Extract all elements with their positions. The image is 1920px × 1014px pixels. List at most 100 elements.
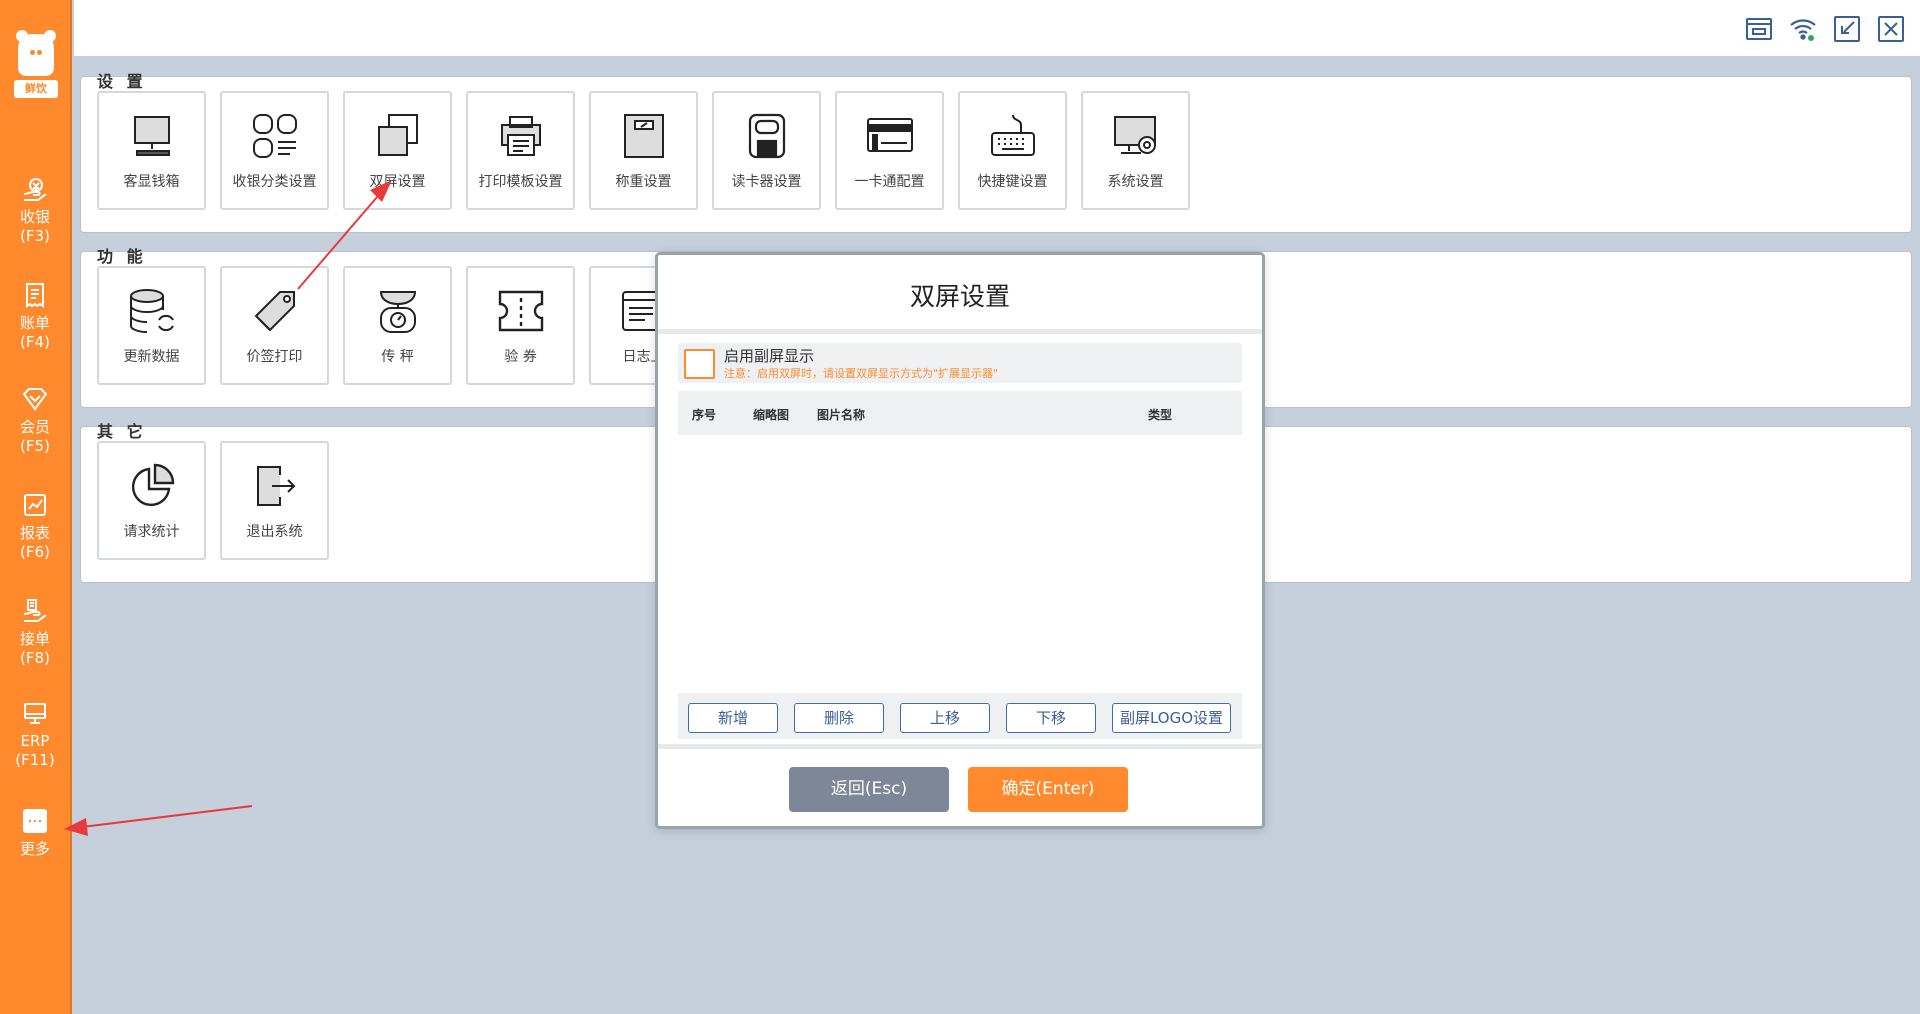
tile-exit-system[interactable]: 退出系统 bbox=[220, 441, 329, 560]
app-logo: 鲜饮 bbox=[14, 30, 58, 100]
sidebar-item-shortcut: (F6) bbox=[20, 543, 50, 561]
dialog-footer-divider bbox=[658, 744, 1262, 749]
tile-price-tag-print[interactable]: 价签打印 bbox=[220, 266, 329, 385]
tile-label: 打印模板设置 bbox=[478, 174, 563, 190]
tile-label: 验 券 bbox=[504, 349, 537, 365]
sidebar-item-shortcut: (F3) bbox=[20, 227, 50, 245]
tile-label: 系统设置 bbox=[1107, 174, 1164, 190]
monitor-icon bbox=[127, 111, 177, 161]
dialog-divider bbox=[658, 329, 1262, 334]
report-icon bbox=[22, 492, 48, 518]
sidebar-item-label: ERP bbox=[20, 732, 50, 750]
image-table-body[interactable] bbox=[678, 435, 1242, 693]
column-header-image-name: 图片名称 bbox=[817, 408, 866, 422]
tile-label: 更新数据 bbox=[123, 349, 180, 365]
pie-chart-icon bbox=[127, 461, 177, 511]
delete-button[interactable]: 删除 bbox=[794, 703, 884, 733]
sidebar-item-label: 报表 bbox=[19, 524, 50, 542]
scale-icon bbox=[619, 111, 669, 161]
brand-badge: 鲜饮 bbox=[14, 80, 58, 98]
tile-label: 客显钱箱 bbox=[123, 174, 180, 190]
shrink-window-icon[interactable] bbox=[1832, 14, 1862, 44]
erp-icon bbox=[22, 700, 48, 726]
sidebar: 鲜饮 收银 (F3) 账单 (F4) 会员 (F5) 报表 (F6) 接单 (F bbox=[0, 0, 72, 1014]
sidebar-item-label: 账单 bbox=[19, 314, 50, 332]
column-header-index: 序号 bbox=[692, 408, 717, 422]
database-refresh-icon bbox=[127, 286, 177, 336]
enable-secondary-display-checkbox[interactable] bbox=[684, 349, 715, 379]
weigh-icon bbox=[373, 286, 423, 336]
sidebar-item-shortcut: (F4) bbox=[20, 333, 50, 351]
tile-cashier-category[interactable]: 收银分类设置 bbox=[220, 91, 329, 210]
move-up-button[interactable]: 上移 bbox=[900, 703, 990, 733]
tile-transfer-scale[interactable]: 传 秤 bbox=[343, 266, 452, 385]
move-down-button[interactable]: 下移 bbox=[1006, 703, 1096, 733]
sidebar-item-bill[interactable]: 账单 (F4) bbox=[0, 282, 70, 352]
card-icon bbox=[865, 111, 915, 161]
tile-label: 退出系统 bbox=[246, 524, 303, 540]
tile-label: 请求统计 bbox=[123, 524, 180, 540]
sidebar-item-more[interactable]: 更多 bbox=[0, 808, 70, 859]
close-icon[interactable] bbox=[1876, 14, 1906, 44]
add-button[interactable]: 新增 bbox=[688, 703, 778, 733]
order-icon bbox=[22, 598, 48, 624]
secondary-logo-settings-button[interactable]: 副屏LOGO设置 bbox=[1112, 703, 1231, 733]
confirm-button[interactable]: 确定(Enter) bbox=[968, 767, 1128, 812]
sidebar-item-shortcut: (F5) bbox=[20, 437, 50, 455]
sidebar-item-cashier[interactable]: 收银 (F3) bbox=[0, 176, 70, 246]
tile-label: 价签打印 bbox=[246, 349, 303, 365]
sidebar-item-member[interactable]: 会员 (F5) bbox=[0, 386, 70, 456]
settings-section: 客显钱箱 收银分类设置 双屏设置 打印模板设置 称重设置 读卡器设置 一卡通配置 bbox=[80, 76, 1912, 233]
column-header-thumbnail: 缩略图 bbox=[753, 408, 790, 422]
cashier-icon bbox=[22, 176, 48, 202]
sidebar-item-shortcut: (F8) bbox=[20, 649, 50, 667]
tile-weighing[interactable]: 称重设置 bbox=[589, 91, 698, 210]
dialog-title: 双屏设置 bbox=[909, 282, 1010, 311]
tile-shortcut-keys[interactable]: 快捷键设置 bbox=[958, 91, 1067, 210]
keyboard-icon bbox=[988, 111, 1038, 161]
bill-icon bbox=[22, 282, 48, 308]
annotation-arrow-more bbox=[64, 805, 253, 836]
tile-label: 一卡通配置 bbox=[854, 174, 925, 190]
sidebar-item-label: 会员 bbox=[19, 418, 50, 436]
price-tag-icon bbox=[250, 286, 300, 336]
tile-label: 称重设置 bbox=[615, 174, 672, 190]
tile-label: 收银分类设置 bbox=[232, 174, 317, 190]
tile-request-stats[interactable]: 请求统计 bbox=[97, 441, 206, 560]
system-settings-icon bbox=[1111, 111, 1161, 161]
section-title-functions: 功 能 bbox=[97, 247, 147, 266]
enable-note-text: 注意：启用双屏时，请设置双屏显示方式为"扩展显示器" bbox=[724, 367, 999, 380]
dual-screen-icon bbox=[373, 111, 423, 161]
tile-label: 传 秤 bbox=[381, 349, 414, 365]
tile-update-data[interactable]: 更新数据 bbox=[97, 266, 206, 385]
more-icon bbox=[22, 808, 48, 834]
wifi-icon[interactable] bbox=[1788, 14, 1818, 44]
sidebar-item-report[interactable]: 报表 (F6) bbox=[0, 492, 70, 562]
cash-drawer-icon[interactable] bbox=[1744, 14, 1774, 44]
section-title-settings: 设 置 bbox=[97, 72, 147, 91]
enable-secondary-display-row: 启用副屏显示 注意：启用双屏时，请设置双屏显示方式为"扩展显示器" bbox=[678, 343, 1242, 383]
column-header-type: 类型 bbox=[1148, 408, 1173, 422]
tile-label: 读卡器设置 bbox=[731, 174, 802, 190]
sidebar-item-label: 收银 bbox=[19, 208, 50, 226]
sidebar-item-order[interactable]: 接单 (F8) bbox=[0, 598, 70, 668]
tile-dual-screen[interactable]: 双屏设置 bbox=[343, 91, 452, 210]
top-bar bbox=[74, 0, 1920, 56]
printer-icon bbox=[496, 111, 546, 161]
sidebar-item-erp[interactable]: ERP (F11) bbox=[0, 700, 70, 770]
dual-screen-dialog: 双屏设置 启用副屏显示 注意：启用双屏时，请设置双屏显示方式为"扩展显示器" 序… bbox=[655, 252, 1265, 829]
sidebar-item-shortcut: (F11) bbox=[15, 751, 55, 769]
tile-system-settings[interactable]: 系统设置 bbox=[1081, 91, 1190, 210]
tile-label: 快捷键设置 bbox=[977, 174, 1048, 190]
coupon-icon bbox=[496, 286, 546, 336]
enable-secondary-display-label: 启用副屏显示 bbox=[724, 347, 815, 365]
tile-customer-display[interactable]: 客显钱箱 bbox=[97, 91, 206, 210]
cancel-button[interactable]: 返回(Esc) bbox=[789, 767, 949, 812]
category-icon bbox=[250, 111, 300, 161]
sidebar-item-label: 接单 bbox=[19, 630, 50, 648]
tile-one-card[interactable]: 一卡通配置 bbox=[835, 91, 944, 210]
exit-icon bbox=[250, 461, 300, 511]
tile-verify-coupon[interactable]: 验 券 bbox=[466, 266, 575, 385]
tile-print-template[interactable]: 打印模板设置 bbox=[466, 91, 575, 210]
tile-card-reader[interactable]: 读卡器设置 bbox=[712, 91, 821, 210]
